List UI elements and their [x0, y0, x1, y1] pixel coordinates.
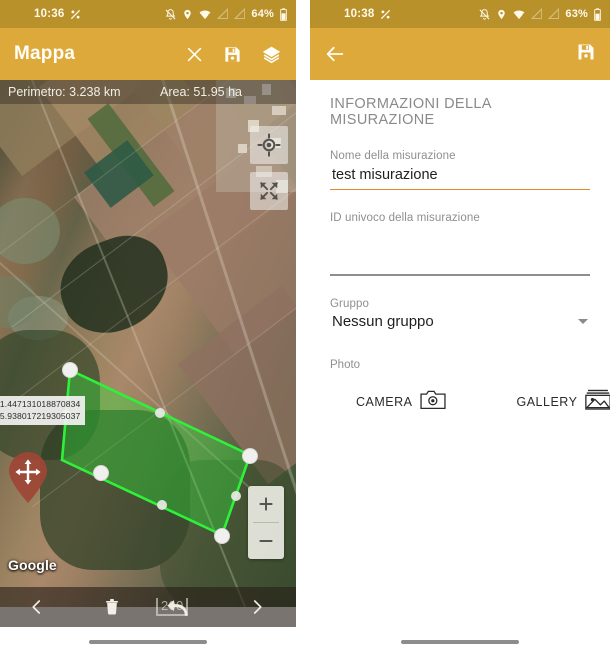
status-bar-left: 10:36 64% [0, 0, 296, 28]
gesture-pill[interactable] [89, 640, 207, 644]
status-bar-time-right: 10:38 [344, 8, 375, 20]
fullscreen-icon[interactable] [250, 172, 288, 210]
back-arrow-icon[interactable] [324, 43, 346, 65]
wifi-icon-right [512, 8, 526, 21]
status-bar-icons-right: 63% [478, 7, 602, 21]
field-measurement-id: ID univoco della misurazione [310, 212, 610, 276]
app-bar-left: Mappa [0, 28, 296, 80]
coordinate-tooltip: 41.447131018870834 15.938017219305037 [0, 396, 86, 426]
id-field-spacer [330, 224, 590, 247]
data-saver-icon-right [379, 8, 392, 21]
signal-sim2-icon-right [548, 8, 560, 20]
close-icon[interactable] [185, 45, 204, 64]
save-icon[interactable] [223, 45, 242, 64]
status-bar-right: 10:38 63% [310, 0, 610, 28]
map-canvas[interactable]: 41.447131018870834 15.938017219305037 Go… [0, 80, 296, 607]
section-title: INFORMAZIONI DELLA MISURAZIONE [330, 96, 491, 128]
gallery-button[interactable]: GALLERY [490, 389, 610, 415]
google-attribution: Google [8, 557, 57, 573]
layers-icon[interactable] [261, 44, 282, 65]
group-select[interactable]: Nessun gruppo [330, 310, 590, 333]
data-saver-icon [69, 8, 82, 21]
gallery-icon [585, 389, 610, 415]
signal-sim1-icon-right [531, 8, 543, 20]
map-screen: 10:36 64% Mappa 41.447131018870834 15.93… [0, 0, 296, 657]
status-bar-icons-left: 64% [164, 7, 288, 21]
coordinate-latitude: 41.447131018870834 [0, 399, 81, 409]
battery-icon [279, 7, 288, 21]
id-field-underline [330, 274, 590, 276]
measurement-stats-bar: Perimetro: 3.238 km Area: 51.95 ha [0, 80, 296, 104]
app-bar-right [310, 28, 610, 80]
camera-button-label: CAMERA [356, 394, 413, 409]
measurement-polygon [60, 368, 252, 537]
camera-icon [420, 389, 447, 415]
system-navigation-bar-left [0, 627, 296, 657]
status-bar-clock-group: 10:36 [34, 8, 82, 21]
measurement-form: INFORMAZIONI DELLA MISURAZIONE Nome dell… [310, 80, 610, 657]
photo-actions: CAMERA GALLERY [310, 389, 610, 415]
measurement-id-input[interactable] [330, 247, 590, 275]
scale-and-undo-group[interactable]: 200 [156, 598, 188, 616]
photo-section-label: Photo [330, 358, 361, 371]
location-icon [182, 8, 193, 21]
group-field-label: Gruppo [330, 297, 369, 310]
signal-sim2-icon [234, 8, 246, 20]
id-field-label: ID univoco della misurazione [330, 212, 480, 225]
dual-screenshot: 10:36 64% Mappa 41.447131018870834 15.93… [0, 0, 610, 657]
perimeter-label: Perimetro: 3.238 km [8, 85, 121, 99]
undo-icon[interactable] [164, 598, 190, 621]
delete-icon[interactable] [103, 597, 121, 617]
notifications-off-icon [164, 8, 177, 21]
measurement-name-input[interactable] [330, 162, 590, 189]
coordinate-longitude: 15.938017219305037 [0, 410, 81, 421]
app-bar-actions [185, 44, 282, 65]
page-title: Mappa [14, 43, 76, 64]
scale-bar: 200 [156, 598, 188, 616]
next-point-button[interactable] [248, 597, 266, 617]
area-label: Area: 51.95 ha [160, 85, 243, 99]
name-field-underline [330, 189, 590, 191]
zoom-in-button[interactable] [248, 486, 284, 522]
measurement-info-screen: 10:38 63% INFORMAZIONI DELLA MISURAZIONE… [310, 0, 610, 657]
signal-sim1-icon [217, 8, 229, 20]
group-selected-value: Nessun gruppo [332, 312, 434, 330]
battery-percent-label: 64% [251, 8, 274, 20]
map-bottom-toolbar: 200 [0, 587, 296, 627]
save-icon-right[interactable] [576, 42, 596, 67]
battery-icon-right [593, 7, 602, 21]
gesture-pill-right[interactable] [401, 640, 519, 644]
field-group: Gruppo Nessun gruppo [310, 298, 610, 333]
status-bar-time: 10:36 [34, 8, 65, 20]
zoom-controls [248, 486, 284, 559]
my-location-icon[interactable] [250, 126, 288, 164]
gallery-button-label: GALLERY [516, 394, 578, 409]
status-bar-clock-group-right: 10:38 [344, 8, 392, 21]
chevron-down-icon [578, 318, 588, 324]
location-icon-right [496, 8, 507, 21]
field-measurement-name: Nome della misurazione [310, 150, 610, 191]
battery-percent-label-right: 63% [565, 8, 588, 20]
name-field-label: Nome della misurazione [330, 150, 456, 162]
system-navigation-bar-right [310, 627, 610, 657]
screen-divider [296, 0, 310, 657]
previous-point-button[interactable] [28, 597, 46, 617]
zoom-out-button[interactable] [248, 523, 284, 559]
wifi-icon [198, 8, 212, 21]
camera-button[interactable]: CAMERA [330, 389, 447, 415]
notifications-off-icon-right [478, 8, 491, 21]
move-pin-icon[interactable] [6, 452, 50, 504]
